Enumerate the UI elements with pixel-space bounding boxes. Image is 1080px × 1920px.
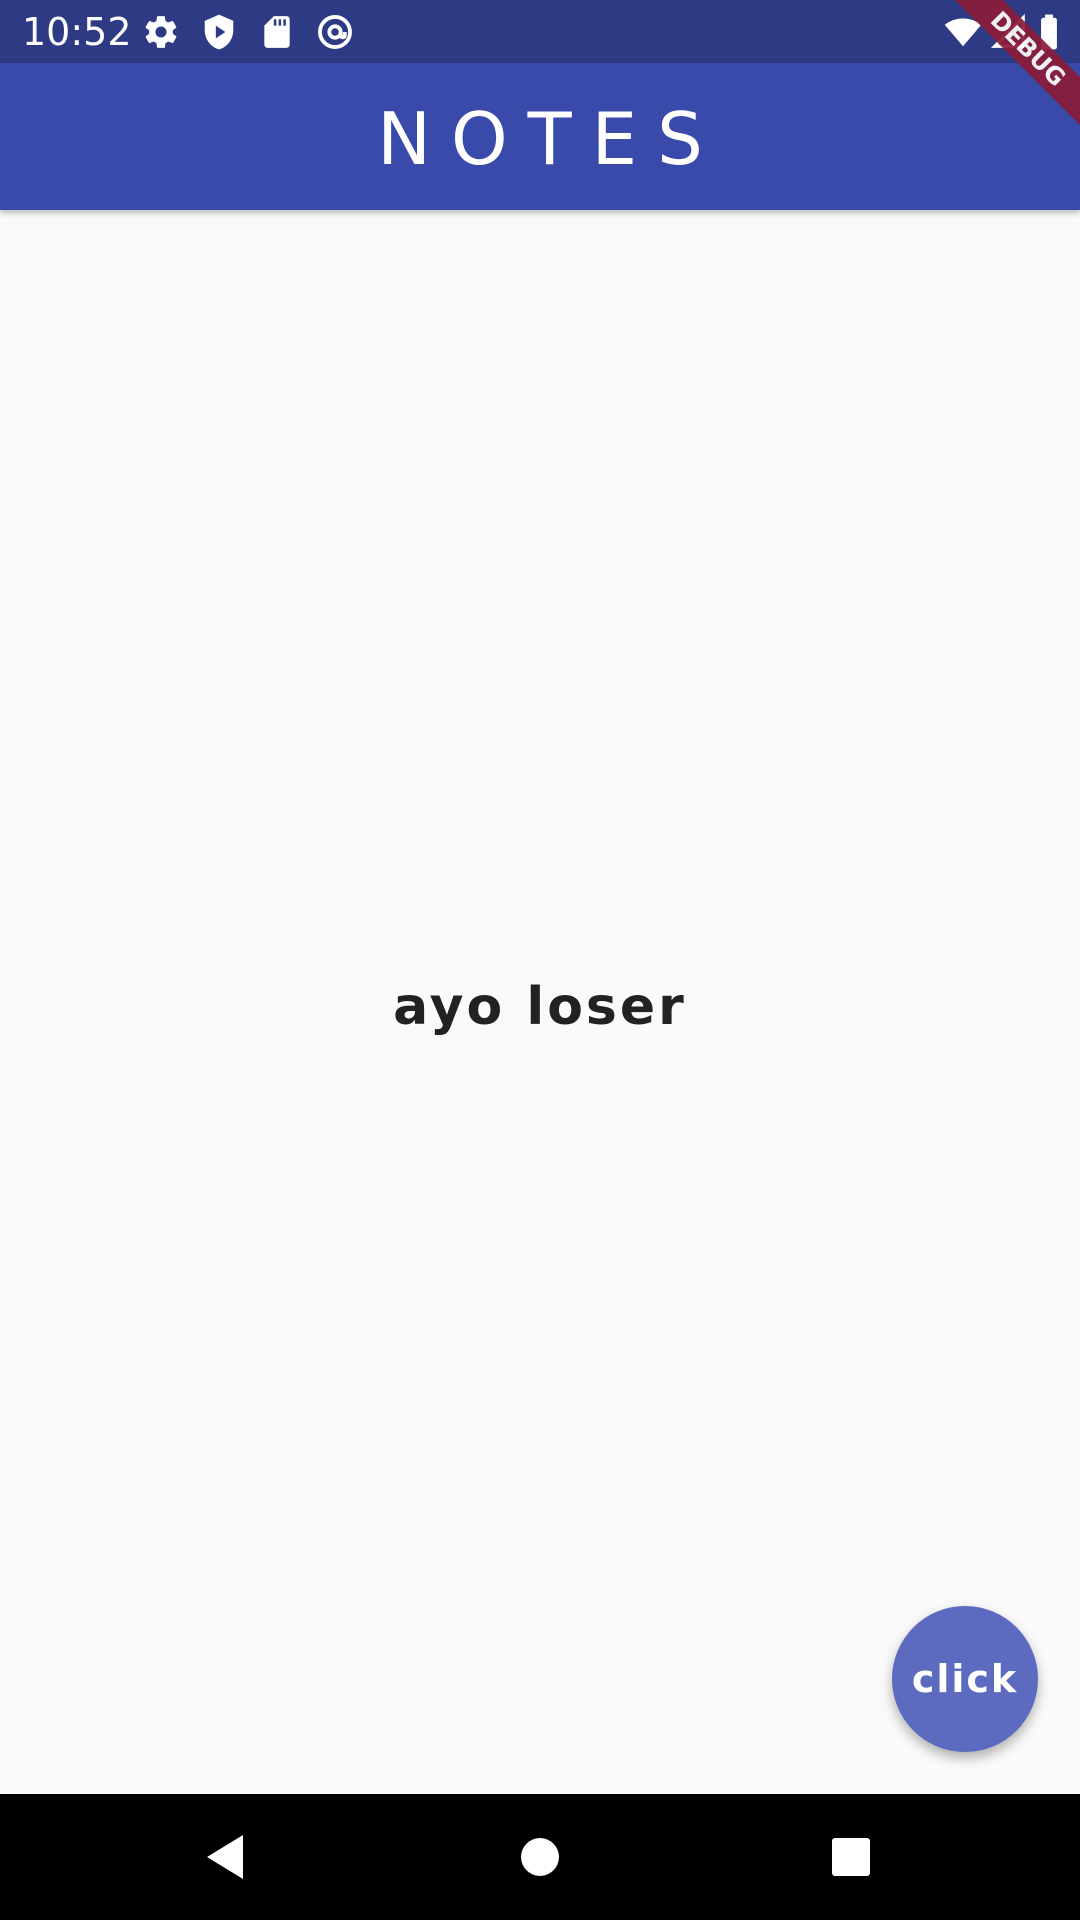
shield-play-icon — [204, 14, 234, 50]
back-icon — [207, 1835, 243, 1879]
status-bar: 10:52 — [0, 0, 1080, 63]
debug-label: DEBUG — [938, 0, 1080, 139]
click-fab-button[interactable]: click — [892, 1606, 1038, 1752]
home-icon — [521, 1838, 559, 1876]
navigation-bar — [0, 1794, 1080, 1920]
back-button[interactable] — [192, 1824, 258, 1890]
home-button[interactable] — [507, 1824, 573, 1890]
status-time: 10:52 — [22, 10, 132, 54]
recents-icon — [832, 1838, 870, 1876]
main-text: ayo loser — [393, 977, 687, 1037]
gear-icon — [145, 16, 177, 48]
at-sign-icon — [318, 15, 352, 49]
app-title: NOTES — [377, 97, 723, 181]
sd-card-icon — [264, 16, 290, 48]
debug-banner: DEBUG — [920, 0, 1080, 160]
app-screen: 10:52 NOTES DEBUG ayo loser click — [0, 0, 1080, 1920]
app-bar: NOTES — [0, 63, 1080, 210]
recents-button[interactable] — [818, 1824, 884, 1890]
